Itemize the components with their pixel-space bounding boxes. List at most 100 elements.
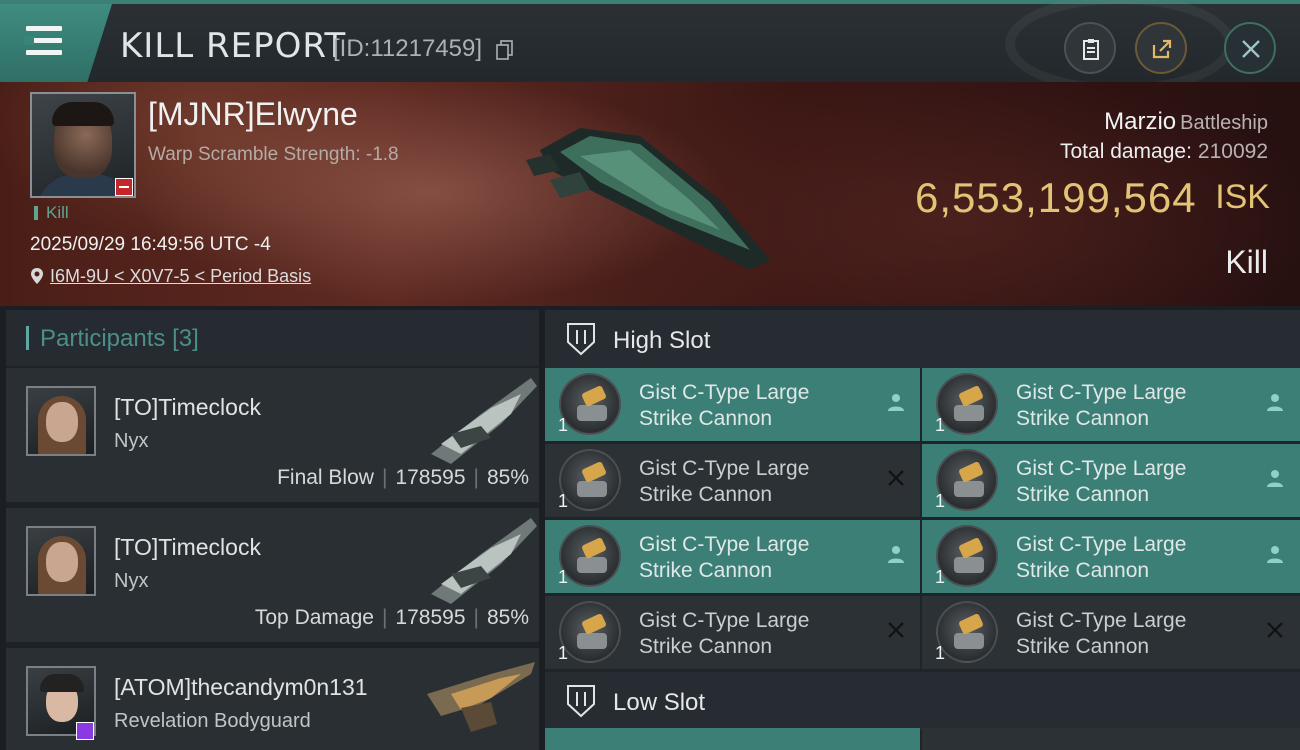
victim-ship-class: Battleship: [1180, 112, 1268, 134]
high-slot-label: High Slot: [613, 327, 711, 354]
participant-damage: 178595: [395, 606, 466, 629]
module-slot[interactable]: 1 Gist C-Type Large Strike Cannon: [922, 520, 1300, 593]
decorative-ring: [1005, 0, 1235, 94]
participant-role: Final Blow: [277, 466, 374, 489]
dropped-person-icon: [1267, 470, 1283, 487]
hamburger-menu-icon[interactable]: [24, 26, 62, 56]
participant-avatar[interactable]: [26, 386, 96, 456]
isk-value: 6,553,199,564: [915, 174, 1197, 221]
cannon-module-icon: [559, 449, 621, 511]
module-slot[interactable]: 1 Gist C-Type Large Strike Cannon: [545, 596, 920, 669]
destroyed-x-icon: [888, 622, 904, 638]
low-slot-label: Low Slot: [613, 689, 706, 716]
participant-stats: Top Damage | 178595 | 85%: [254, 606, 529, 629]
participant-name: [TO]Timeclock: [114, 394, 261, 420]
module-name: Gist C-Type Large Strike Cannon: [639, 381, 810, 430]
module-name: Gist C-Type Large Strike Cannon: [639, 457, 810, 506]
participant-row[interactable]: [ATOM]thecandym0n131 Revelation Bodyguar…: [6, 648, 539, 750]
menu-tab[interactable]: [0, 4, 112, 82]
module-slot[interactable]: 1 Gist C-Type Large Strike Cannon: [922, 596, 1300, 669]
module-quantity: 1: [558, 567, 569, 587]
share-icon: [1152, 39, 1172, 59]
participant-ship: Nyx: [114, 570, 149, 592]
module-name: Gist C-Type Large Strike Cannon: [1016, 609, 1187, 658]
clipboard-button[interactable]: [1064, 22, 1116, 74]
fitting-panel: High Slot 1 Gist C-Type Large Strike Cann…: [545, 310, 1300, 750]
participant-avatar[interactable]: [26, 526, 96, 596]
close-button[interactable]: [1224, 22, 1276, 74]
total-damage: Total damage: 210092: [1060, 140, 1268, 164]
isk-unit: ISK: [1215, 178, 1270, 216]
module-name: Gist C-Type Large Strike Cannon: [1016, 381, 1187, 430]
cannon-module-icon: [559, 525, 621, 587]
copy-icon[interactable]: [496, 40, 514, 60]
participant-damage: 178595: [395, 466, 466, 489]
participants-header: Participants [3]: [6, 310, 539, 366]
clipboard-icon: [1083, 39, 1099, 60]
dropped-person-icon: [888, 546, 904, 563]
participants-panel: Participants [3] [TO]Timeclock Nyx Final…: [6, 310, 539, 750]
participant-percent: 85%: [486, 606, 529, 629]
participant-ship-image: [427, 662, 535, 732]
dropped-person-icon: [1267, 546, 1283, 563]
victim-ship-image: [526, 128, 770, 270]
module-slot[interactable]: [545, 728, 920, 750]
module-slot[interactable]: 1 Gist C-Type Large Strike Cannon: [545, 444, 920, 517]
module-quantity: 1: [935, 567, 946, 587]
module-quantity: 1: [935, 415, 946, 435]
cannon-module-icon: [559, 601, 621, 663]
participant-ship-image: [431, 378, 537, 464]
victim-ship-name: Marzio: [1104, 108, 1177, 135]
hostile-status-icon: [115, 178, 133, 196]
victim-name[interactable]: [MJNR]Elwyne: [148, 96, 358, 133]
high-slot-icon: [567, 323, 595, 356]
low-slot-header: Low Slot: [545, 672, 1300, 730]
module-slot[interactable]: 1 Gist C-Type Large Strike Cannon: [545, 520, 920, 593]
location-text[interactable]: I6M-9U < X0V7-5 < Period Basis: [50, 266, 311, 286]
module-quantity: 1: [558, 415, 569, 435]
cannon-module-icon: [936, 601, 998, 663]
participant-row[interactable]: [TO]Timeclock Nyx Top Damage | 178595 | 85%: [6, 508, 539, 642]
high-slot-header: High Slot: [545, 310, 1300, 368]
participant-row[interactable]: [TO]Timeclock Nyx Final Blow | 178595 | 85%: [6, 368, 539, 502]
participants-label: Participants: [40, 325, 166, 352]
destroyed-x-icon: [888, 470, 904, 486]
corp-badge-icon: [76, 722, 94, 740]
kill-summary-banner: [MJNR]Elwyne Warp Scramble Strength: -1.…: [0, 82, 1300, 306]
module-slot[interactable]: 1 Gist C-Type Large Strike Cannon: [922, 444, 1300, 517]
module-name: Gist C-Type Large Strike Cannon: [1016, 533, 1187, 582]
participant-ship: Nyx: [114, 430, 149, 452]
participant-percent: 85%: [486, 466, 529, 489]
module-name: Gist C-Type Large Strike Cannon: [639, 609, 810, 658]
low-slot-icon: [567, 685, 595, 718]
cannon-module-icon: [559, 373, 621, 435]
total-damage-value: 210092: [1197, 140, 1268, 163]
share-button[interactable]: [1135, 22, 1187, 74]
total-damage-label: Total damage:: [1060, 140, 1192, 163]
module-name: Gist C-Type Large Strike Cannon: [639, 533, 810, 582]
kill-tag: Kill: [34, 204, 69, 221]
participant-ship-image: [431, 518, 537, 604]
module-slot[interactable]: 1 Gist C-Type Large Strike Cannon: [545, 368, 920, 441]
participants-count: [3]: [172, 325, 199, 352]
module-slot[interactable]: [922, 728, 1300, 750]
cannon-module-icon: [936, 449, 998, 511]
warp-scramble-strength: Warp Scramble Strength: -1.8: [148, 144, 399, 165]
dropped-person-icon: [888, 394, 904, 411]
cannon-module-icon: [936, 525, 998, 587]
kill-location-link[interactable]: I6M-9U < X0V7-5 < Period Basis: [30, 266, 311, 287]
victim-ship: Marzio Battleship: [1104, 108, 1268, 136]
module-quantity: 1: [935, 643, 946, 663]
module-slot[interactable]: 1 Gist C-Type Large Strike Cannon: [922, 368, 1300, 441]
location-pin-icon: [31, 268, 43, 284]
cannon-module-icon: [936, 373, 998, 435]
close-icon: [1242, 40, 1260, 58]
low-slot-row-partial: [545, 728, 1300, 750]
module-quantity: 1: [558, 643, 569, 663]
report-id: [ID:11217459]: [333, 35, 483, 62]
participant-name: [ATOM]thecandym0n131: [114, 674, 368, 700]
destroyed-x-icon: [1267, 622, 1283, 638]
participant-stats: Final Blow | 178595 | 85%: [277, 466, 529, 489]
module-name: Gist C-Type Large Strike Cannon: [1016, 457, 1187, 506]
participant-name: [TO]Timeclock: [114, 534, 261, 560]
